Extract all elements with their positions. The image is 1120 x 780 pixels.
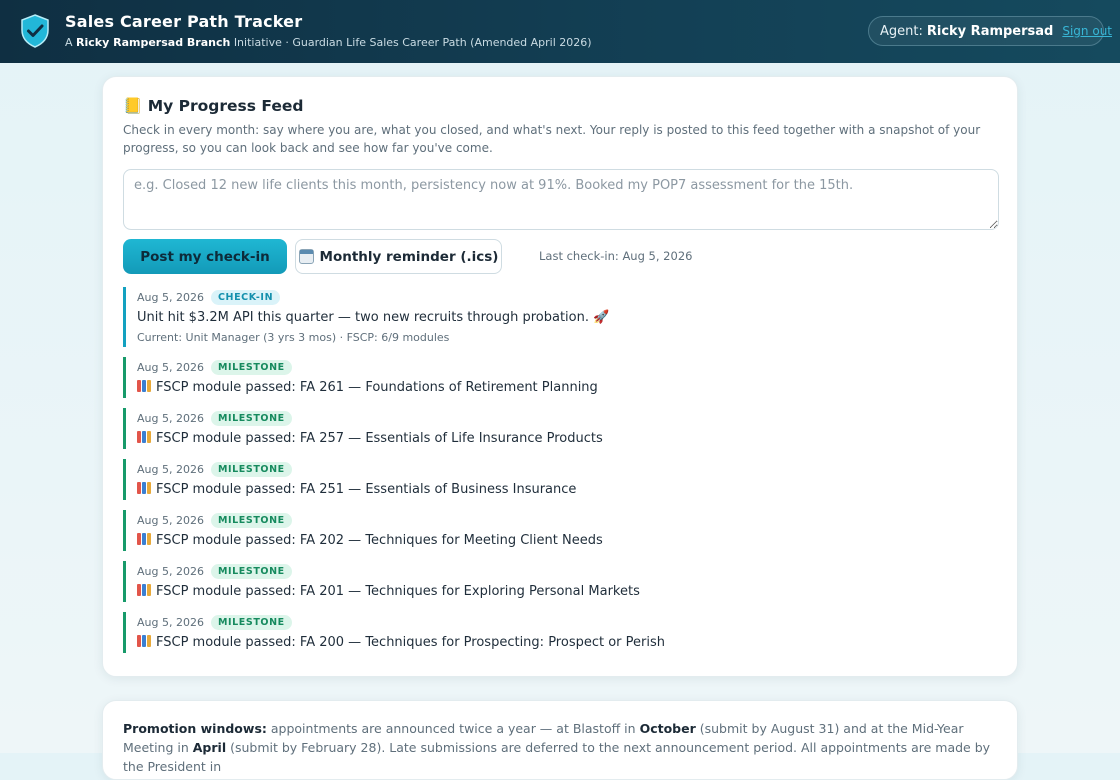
app-subtitle: A Ricky Rampersad Branch Initiative · Gu… <box>65 36 592 49</box>
feed-item-meta: Aug 5, 2026 MILESTONE <box>137 408 999 428</box>
feed-item-meta: Aug 5, 2026 CHECK-IN <box>137 287 999 307</box>
feed-item-message: FSCP module passed: FA 261 — Foundations… <box>156 380 598 395</box>
subtitle-prefix: A <box>65 36 73 49</box>
books-icon <box>137 635 151 647</box>
agent-name: Ricky Rampersad <box>926 23 1054 39</box>
promotion-label: Promotion windows: <box>123 721 267 736</box>
feed-item-message: FSCP module passed: FA 202 — Techniques … <box>156 533 603 548</box>
post-checkin-button[interactable]: Post my check-in <box>123 239 287 274</box>
feed-item-date: Aug 5, 2026 <box>137 290 204 304</box>
milestone-badge: MILESTONE <box>210 512 292 528</box>
feed-item-date: Aug 5, 2026 <box>137 615 204 629</box>
feed-item-milestone: Aug 5, 2026 MILESTONE FSCP module passed: … <box>123 459 999 500</box>
feed-item-date: Aug 5, 2026 <box>137 462 204 476</box>
app-header: Sales Career Path Tracker A Ricky Ramper… <box>0 0 1120 63</box>
feed-item-date: Aug 5, 2026 <box>137 411 204 425</box>
agent-label: Agent: <box>880 23 923 39</box>
checkin-input[interactable] <box>123 169 999 230</box>
feed-item-text: FSCP module passed: FA 257 — Essentials … <box>137 428 999 449</box>
checkin-badge: CHECK-IN <box>210 289 281 305</box>
feed-item-text: FSCP module passed: FA 201 — Techniques … <box>137 581 999 602</box>
feed-item-message: FSCP module passed: FA 251 — Essentials … <box>156 482 577 497</box>
books-icon <box>137 380 151 392</box>
shield-check-icon <box>21 14 49 48</box>
books-icon <box>137 482 151 494</box>
milestone-badge: MILESTONE <box>210 410 292 426</box>
subtitle-suffix: Initiative · Guardian Life Sales Career … <box>233 36 592 49</box>
feed-item-milestone: Aug 5, 2026 MILESTONE FSCP module passed: … <box>123 561 999 602</box>
feed-item-milestone: Aug 5, 2026 MILESTONE FSCP module passed: … <box>123 408 999 449</box>
feed-item-meta: Aug 5, 2026 MILESTONE <box>137 357 999 377</box>
feed-item-message: FSCP module passed: FA 201 — Techniques … <box>156 584 640 599</box>
feed-item-message: FSCP module passed: FA 257 — Essentials … <box>156 431 603 446</box>
feed-item-date: Aug 5, 2026 <box>137 360 204 374</box>
feed-item-date: Aug 5, 2026 <box>137 564 204 578</box>
books-icon <box>137 533 151 545</box>
app-title: Sales Career Path Tracker <box>65 12 303 31</box>
milestone-badge: MILESTONE <box>210 563 292 579</box>
promotion-text: Promotion windows: appointments are anno… <box>123 719 999 776</box>
promotion-month-october: October <box>639 721 696 736</box>
feed-item-date: Aug 5, 2026 <box>137 513 204 527</box>
progress-feed-card: 📒 My Progress Feed Check in every month:… <box>102 76 1018 677</box>
feed-item-meta: Aug 5, 2026 MILESTONE <box>137 612 999 632</box>
milestone-badge: MILESTONE <box>210 359 292 375</box>
books-icon <box>137 431 151 443</box>
feed-item-checkin: Aug 5, 2026 CHECK-IN Unit hit $3.2M API th… <box>123 287 999 347</box>
monthly-reminder-label: Monthly reminder (.ics) <box>319 248 499 265</box>
feed-item-meta: Aug 5, 2026 MILESTONE <box>137 459 999 479</box>
feed-description: Check in every month: say where you are,… <box>123 123 981 155</box>
agent-pill: Agent: Ricky Rampersad Sign out <box>868 16 1112 46</box>
feed-title: 📒 My Progress Feed <box>123 97 304 115</box>
feed-item-meta: Aug 5, 2026 MILESTONE <box>137 561 999 581</box>
last-checkin-text: Last check-in: Aug 5, 2026 <box>539 249 693 263</box>
feed-item-text: Unit hit $3.2M API this quarter — two ne… <box>137 307 999 328</box>
milestone-badge: MILESTONE <box>210 614 292 630</box>
feed-item-text: FSCP module passed: FA 200 — Techniques … <box>137 632 999 653</box>
feed-item-text: FSCP module passed: FA 261 — Foundations… <box>137 377 999 398</box>
monthly-reminder-button[interactable]: Monthly reminder (.ics) <box>295 239 502 274</box>
subtitle-branch: Ricky Rampersad Branch <box>76 36 231 49</box>
feed-item-message: Unit hit $3.2M API this quarter — two ne… <box>137 310 610 325</box>
feed-item-text: FSCP module passed: FA 202 — Techniques … <box>137 530 999 551</box>
feed-item-milestone: Aug 5, 2026 MILESTONE FSCP module passed: … <box>123 510 999 551</box>
sign-out-link[interactable]: Sign out <box>1062 24 1112 38</box>
promotion-windows-card: Promotion windows: appointments are anno… <box>102 700 1018 780</box>
feed-list[interactable]: Aug 5, 2026 CHECK-IN Unit hit $3.2M API th… <box>123 287 999 657</box>
books-icon <box>137 584 151 596</box>
feed-item-meta: Aug 5, 2026 MILESTONE <box>137 510 999 530</box>
promotion-part1: appointments are announced twice a year … <box>270 721 636 736</box>
milestone-badge: MILESTONE <box>210 461 292 477</box>
feed-item-milestone: Aug 5, 2026 MILESTONE FSCP module passed: … <box>123 612 999 653</box>
feed-item-message: FSCP module passed: FA 200 — Techniques … <box>156 635 665 650</box>
feed-item-snapshot: Current: Unit Manager (3 yrs 3 mos) · FS… <box>137 331 450 344</box>
calendar-icon <box>298 249 314 264</box>
feed-item-milestone: Aug 5, 2026 MILESTONE FSCP module passed: … <box>123 357 999 398</box>
feed-item-text: FSCP module passed: FA 251 — Essentials … <box>137 479 999 500</box>
promotion-part3: (submit by February 28). Late submission… <box>123 740 991 774</box>
